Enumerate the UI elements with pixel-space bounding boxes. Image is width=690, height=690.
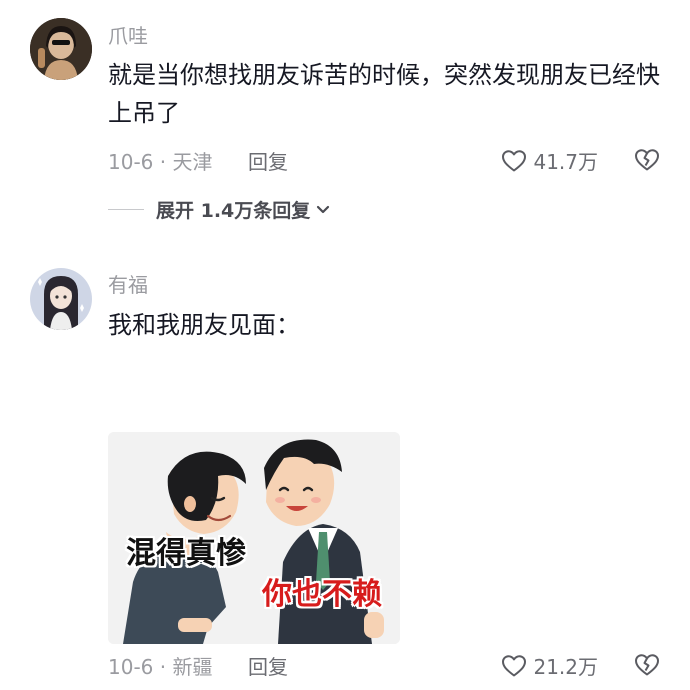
date-location: 10-6 · 新疆 xyxy=(108,655,213,679)
comment-meta: 10-6 · 天津 回复 41.7万 xyxy=(108,146,660,176)
sticker-caption-left: 混得真惨 xyxy=(126,536,246,571)
dislike-button[interactable] xyxy=(634,653,660,682)
comment-text: 我和我朋友见面： xyxy=(108,311,300,339)
like-button[interactable]: 41.7万 xyxy=(501,146,598,175)
dislike-button[interactable] xyxy=(634,148,660,177)
broken-heart-icon xyxy=(635,149,659,171)
username[interactable]: 有福 xyxy=(108,269,148,298)
sticker-caption-right: 你也不赖 xyxy=(262,577,382,612)
username[interactable]: 爪哇 xyxy=(108,20,148,49)
expand-replies-button[interactable]: 展开 1.4万条回复 xyxy=(108,196,330,223)
divider xyxy=(108,209,144,210)
like-count: 21.2万 xyxy=(533,655,598,679)
reply-button[interactable]: 回复 xyxy=(248,146,288,175)
like-button[interactable]: 21.2万 xyxy=(501,651,598,680)
expand-replies-label: 展开 1.4万条回复 xyxy=(156,200,311,222)
date-location: 10-6 · 天津 xyxy=(108,150,213,174)
heart-outline-icon xyxy=(502,149,527,171)
comment-text: 就是当你想找朋友诉苦的时候，突然发现朋友已经快上吊了 xyxy=(108,61,660,127)
avatar[interactable] xyxy=(30,18,92,80)
broken-heart-icon xyxy=(635,654,659,676)
sticker-image[interactable]: 混得真惨 你也不赖 xyxy=(108,432,400,644)
heart-outline-icon xyxy=(502,654,527,676)
avatar[interactable] xyxy=(30,268,92,330)
like-count: 41.7万 xyxy=(533,150,598,174)
chevron-down-icon xyxy=(317,205,330,213)
comment-meta: 10-6 · 新疆 回复 21.2万 xyxy=(108,651,660,681)
reply-button[interactable]: 回复 xyxy=(248,651,288,680)
